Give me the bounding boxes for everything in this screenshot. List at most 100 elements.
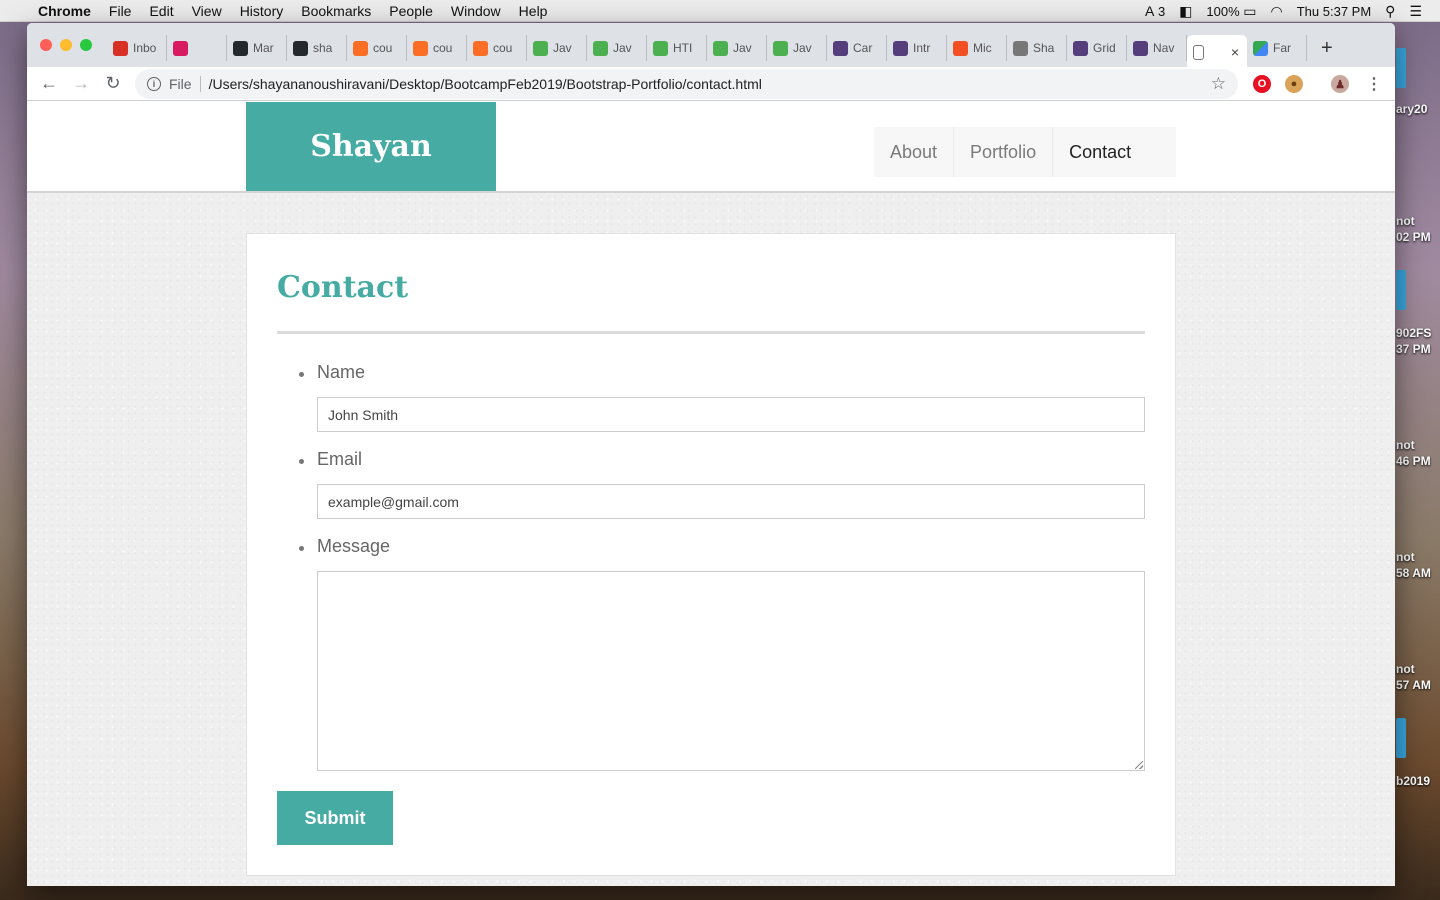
- menu-app-name[interactable]: Chrome: [38, 3, 91, 19]
- podcast-icon: [173, 40, 188, 56]
- close-tab-icon[interactable]: ×: [1231, 44, 1239, 60]
- url-text[interactable]: /Users/shayananoushiravani/Desktop/Bootc…: [209, 76, 762, 92]
- new-tab-button[interactable]: +: [1321, 37, 1333, 60]
- w3schools-icon: [533, 40, 548, 56]
- browser-tab[interactable]: Intr: [887, 35, 947, 61]
- menu-file[interactable]: File: [109, 3, 132, 19]
- github-icon: [293, 40, 308, 56]
- menu-people[interactable]: People: [389, 3, 433, 19]
- tab-title: Mar: [253, 41, 274, 55]
- resize-handle[interactable]: [1135, 761, 1143, 769]
- nav-about-link[interactable]: About: [874, 127, 955, 177]
- menu-bookmarks[interactable]: Bookmarks: [301, 3, 371, 19]
- window-controls: [40, 39, 92, 51]
- back-arrow-icon: ←: [40, 73, 58, 93]
- contact-card: Contact Name John Smith Email example@gm…: [246, 233, 1176, 876]
- menu-help[interactable]: Help: [519, 3, 548, 19]
- browser-tab[interactable]: Car: [827, 35, 887, 61]
- tab-strip: Inbo Mar sha cou cou cou Jav Jav HTI Jav Jav Car Int…: [27, 23, 1395, 69]
- menu-edit[interactable]: Edit: [149, 3, 173, 19]
- w3schools-icon: [653, 40, 668, 56]
- nav-portfolio-link[interactable]: Portfolio: [954, 127, 1054, 177]
- name-input[interactable]: John Smith: [317, 397, 1145, 432]
- browser-tab[interactable]: Jav: [587, 35, 647, 61]
- name-label: Name: [317, 362, 366, 382]
- email-label: Email: [317, 449, 363, 469]
- macos-menu-bar: Chrome File Edit View History Bookmarks …: [0, 0, 1440, 22]
- tab-title: Sha: [1033, 41, 1055, 55]
- address-bar[interactable]: i File /Users/shayananoushiravani/Deskto…: [135, 69, 1238, 99]
- w3schools-icon: [773, 40, 788, 56]
- adobe-icon: A: [1144, 3, 1155, 19]
- back-button[interactable]: ←: [33, 67, 65, 101]
- browser-tab[interactable]: Mar: [227, 35, 287, 61]
- browser-tab[interactable]: Mic: [947, 35, 1007, 61]
- browser-tab[interactable]: Nav: [1127, 35, 1187, 61]
- page-title: Contact: [277, 270, 409, 305]
- browser-tab[interactable]: cou: [407, 35, 467, 61]
- desktop-file-label: 902FS: [1396, 326, 1432, 340]
- desktop-file-icon[interactable]: [1396, 270, 1406, 310]
- title-divider: [277, 331, 1145, 334]
- tab-title: Jav: [793, 41, 812, 55]
- browser-tab[interactable]: cou: [347, 35, 407, 61]
- app-status-icon[interactable]: ◧: [1179, 3, 1192, 20]
- desktop-file-label: 46 PM: [1396, 454, 1431, 468]
- microsoft-icon: [953, 40, 968, 56]
- desktop-file-icon[interactable]: [1396, 48, 1406, 88]
- battery-percent: 100%: [1206, 3, 1240, 19]
- message-textarea[interactable]: [317, 571, 1145, 771]
- reload-button[interactable]: ↻: [97, 67, 129, 101]
- tab-title: Nav: [1153, 41, 1175, 55]
- site-info-icon[interactable]: i: [147, 77, 161, 91]
- browser-tab[interactable]: cou: [467, 35, 527, 61]
- profile-avatar[interactable]: ♟: [1331, 75, 1349, 93]
- browser-tab[interactable]: Far: [1247, 35, 1307, 61]
- browser-tab[interactable]: Jav: [527, 35, 587, 61]
- adobe-status[interactable]: A 3: [1145, 3, 1165, 19]
- browser-tab[interactable]: Sha: [1007, 35, 1067, 61]
- clock[interactable]: Thu 5:37 PM: [1297, 4, 1371, 19]
- maps-icon: [1253, 40, 1268, 56]
- reload-icon: ↻: [105, 73, 121, 93]
- notification-center-icon[interactable]: ☰: [1409, 3, 1422, 20]
- gitlab-icon: [413, 40, 428, 56]
- browser-tab[interactable]: Jav: [767, 35, 827, 61]
- email-input[interactable]: example@gmail.com: [317, 484, 1145, 519]
- address-divider: [199, 76, 201, 92]
- bootstrap-icon: [833, 40, 848, 56]
- menu-window[interactable]: Window: [451, 3, 501, 19]
- browser-tab[interactable]: Jav: [707, 35, 767, 61]
- browser-tab[interactable]: HTI: [647, 35, 707, 61]
- bookmark-star-icon[interactable]: ☆: [1211, 74, 1226, 94]
- browser-tab[interactable]: sha: [287, 35, 347, 61]
- menu-extras: A 3 ◧ 100% ▭ ◠ Thu 5:37 PM ⚲ ☰: [1145, 0, 1422, 22]
- browser-tab[interactable]: [167, 35, 227, 61]
- forward-button[interactable]: →: [65, 67, 97, 101]
- chrome-menu-icon[interactable]: ⋮: [1365, 75, 1383, 93]
- forward-arrow-icon: →: [72, 73, 90, 93]
- zoom-window-button[interactable]: [80, 39, 92, 51]
- cookie-extension-icon[interactable]: ●: [1285, 75, 1303, 93]
- menu-view[interactable]: View: [192, 3, 222, 19]
- browser-tab[interactable]: Grid: [1067, 35, 1127, 61]
- menu-history[interactable]: History: [240, 3, 284, 19]
- battery-status[interactable]: 100% ▭: [1206, 3, 1256, 20]
- tab-title: Far: [1273, 41, 1291, 55]
- desktop-file-icon[interactable]: [1396, 718, 1406, 758]
- active-browser-tab[interactable]: ×: [1187, 35, 1247, 69]
- nav-contact-link[interactable]: Contact: [1053, 127, 1147, 177]
- submit-button[interactable]: Submit: [277, 791, 393, 845]
- spotlight-search-icon[interactable]: ⚲: [1385, 3, 1395, 20]
- document-icon: [1013, 40, 1028, 56]
- tab-title: cou: [433, 41, 453, 55]
- browser-tab[interactable]: Inbo: [107, 35, 167, 61]
- minimize-window-button[interactable]: [60, 39, 72, 51]
- list-bullet: [299, 546, 304, 551]
- desktop-file-label: 57 AM: [1396, 678, 1431, 692]
- wifi-icon[interactable]: ◠: [1271, 3, 1283, 20]
- opera-extension-icon[interactable]: O: [1253, 75, 1271, 93]
- close-window-button[interactable]: [40, 39, 52, 51]
- site-brand-logo[interactable]: Shayan: [246, 102, 496, 191]
- tab-title: Car: [853, 41, 873, 55]
